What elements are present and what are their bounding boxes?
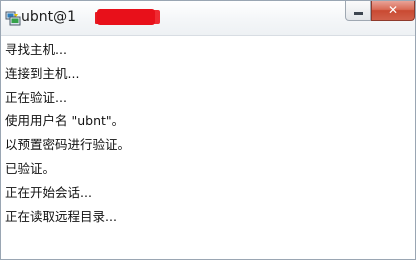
log-line: 连接到主机...	[5, 65, 80, 81]
log-line: 以预置密码进行验证。	[5, 137, 131, 153]
log-line: 正在验证...	[5, 89, 67, 105]
close-icon: ✕	[387, 3, 399, 17]
minimize-button[interactable]	[345, 1, 371, 21]
putty-app-icon	[5, 11, 21, 26]
close-button[interactable]: ✕	[371, 1, 415, 21]
log-line: 已验证。	[5, 160, 56, 176]
redaction-mark	[97, 9, 155, 25]
title-bar[interactable]: ubnt@1 ✕	[1, 1, 415, 36]
connection-window: ubnt@1 ✕ 寻找主机... 连接到主机... 正在验证... 使用用户名 …	[0, 0, 416, 260]
minimize-icon	[354, 12, 363, 15]
log-line: 正在读取远程目录...	[5, 208, 117, 224]
log-line: 正在开始会话...	[5, 184, 92, 200]
status-log: 寻找主机... 连接到主机... 正在验证... 使用用户名 "ubnt"。 以…	[5, 42, 130, 232]
log-line: 寻找主机...	[5, 42, 67, 57]
window-title: ubnt@1	[21, 9, 77, 25]
log-line: 使用用户名 "ubnt"。	[5, 113, 125, 129]
